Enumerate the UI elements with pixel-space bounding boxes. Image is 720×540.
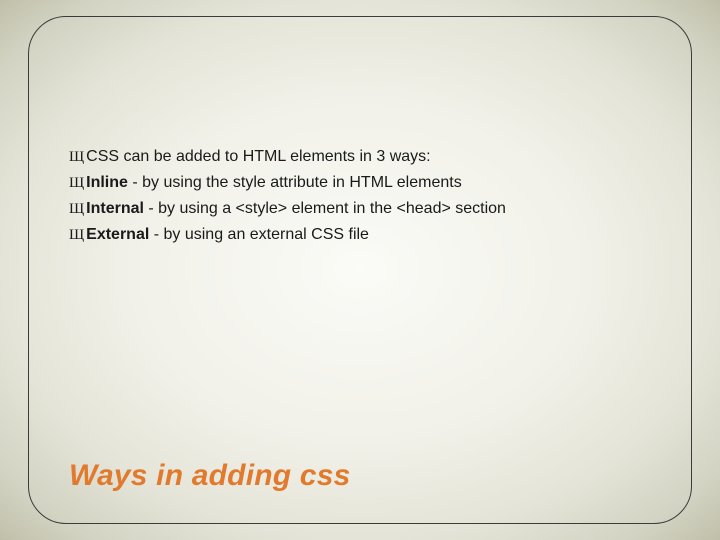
bullet-glyph-icon: Щ bbox=[69, 175, 86, 191]
bullet-text: - by using an external CSS file bbox=[149, 226, 369, 243]
bullet-text: - by using the style attribute in HTML e… bbox=[128, 174, 462, 191]
bullet-text: CSS can be added to HTML elements in 3 w… bbox=[86, 148, 430, 165]
bullet-bold: Inline bbox=[86, 174, 128, 191]
bullet-glyph-icon: Щ bbox=[69, 149, 86, 165]
bullet-item: ЩInline - by using the style attribute i… bbox=[69, 171, 651, 195]
bullet-text: - by using a <style> element in the <hea… bbox=[144, 200, 506, 217]
bullet-bold: Internal bbox=[86, 200, 144, 217]
bullet-item: ЩExternal - by using an external CSS fil… bbox=[69, 223, 651, 247]
bullet-bold: External bbox=[86, 226, 149, 243]
bullet-list: ЩCSS can be added to HTML elements in 3 … bbox=[69, 145, 651, 247]
slide-frame: ЩCSS can be added to HTML elements in 3 … bbox=[28, 16, 692, 524]
bullet-item: ЩInternal - by using a <style> element i… bbox=[69, 197, 651, 221]
bullet-item: ЩCSS can be added to HTML elements in 3 … bbox=[69, 145, 651, 169]
bullet-glyph-icon: Щ bbox=[69, 227, 86, 243]
bullet-glyph-icon: Щ bbox=[69, 201, 86, 217]
slide-title: Ways in adding css bbox=[69, 459, 350, 493]
slide-stage: ЩCSS can be added to HTML elements in 3 … bbox=[0, 0, 720, 540]
